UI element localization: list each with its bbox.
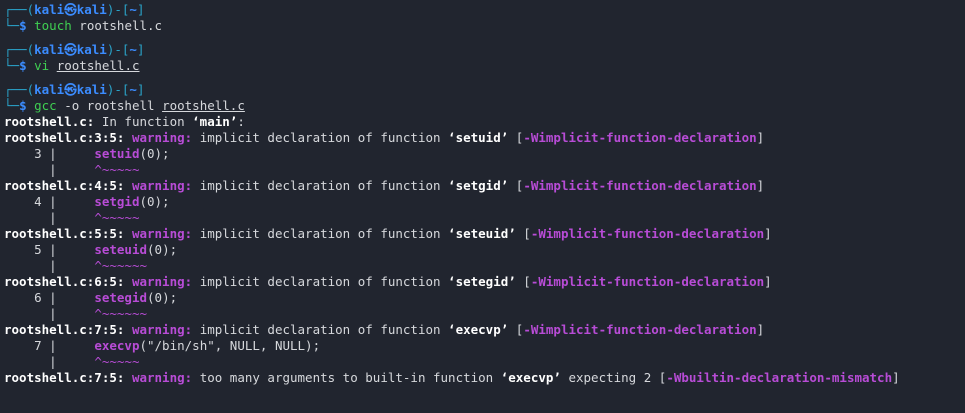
- caret-line: | ^~~~~~~: [4, 306, 147, 321]
- warning-line: rootshell.c:6:5: warning: implicit decla…: [4, 274, 772, 289]
- warning-line: rootshell.c:3:5: warning: implicit decla…: [4, 130, 765, 145]
- source-line: 5 | seteuid(0);: [34, 242, 178, 257]
- prompt-header: ┌──(kali㉿kali)-[~]: [4, 82, 145, 97]
- source-line: 3 | setuid(0);: [34, 146, 170, 161]
- prompt-header: ┌──(kali㉿kali)-[~]: [4, 2, 145, 17]
- warning-line: rootshell.c:5:5: warning: implicit decla…: [4, 226, 772, 241]
- warning-line: rootshell.c:7:5: warning: implicit decla…: [4, 322, 765, 337]
- caret-line: | ^~~~~~: [4, 354, 140, 369]
- caret-line: | ^~~~~~~: [4, 258, 147, 273]
- terminal-window[interactable]: ┌──(kali㉿kali)-[~] └─$ touch rootshell.c…: [0, 0, 965, 413]
- command-line: └─$ vi rootshell.c: [4, 58, 140, 73]
- prompt-header: ┌──(kali㉿kali)-[~]: [4, 42, 145, 57]
- source-line: 4 | setgid(0);: [34, 194, 170, 209]
- caret-line: | ^~~~~~: [4, 162, 140, 177]
- caret-line: | ^~~~~~: [4, 210, 140, 225]
- source-line: 6 | setegid(0);: [34, 290, 178, 305]
- command-line: └─$ touch rootshell.c: [4, 18, 163, 33]
- compiler-note: rootshell.c: In function ‘main’:: [4, 114, 245, 129]
- command-line: └─$ gcc -o rootshell rootshell.c: [4, 98, 245, 113]
- warning-line: rootshell.c:4:5: warning: implicit decla…: [4, 178, 765, 193]
- warning-line: rootshell.c:7:5: warning: too many argum…: [4, 370, 900, 385]
- source-line: 7 | execvp("/bin/sh", NULL, NULL);: [34, 338, 321, 353]
